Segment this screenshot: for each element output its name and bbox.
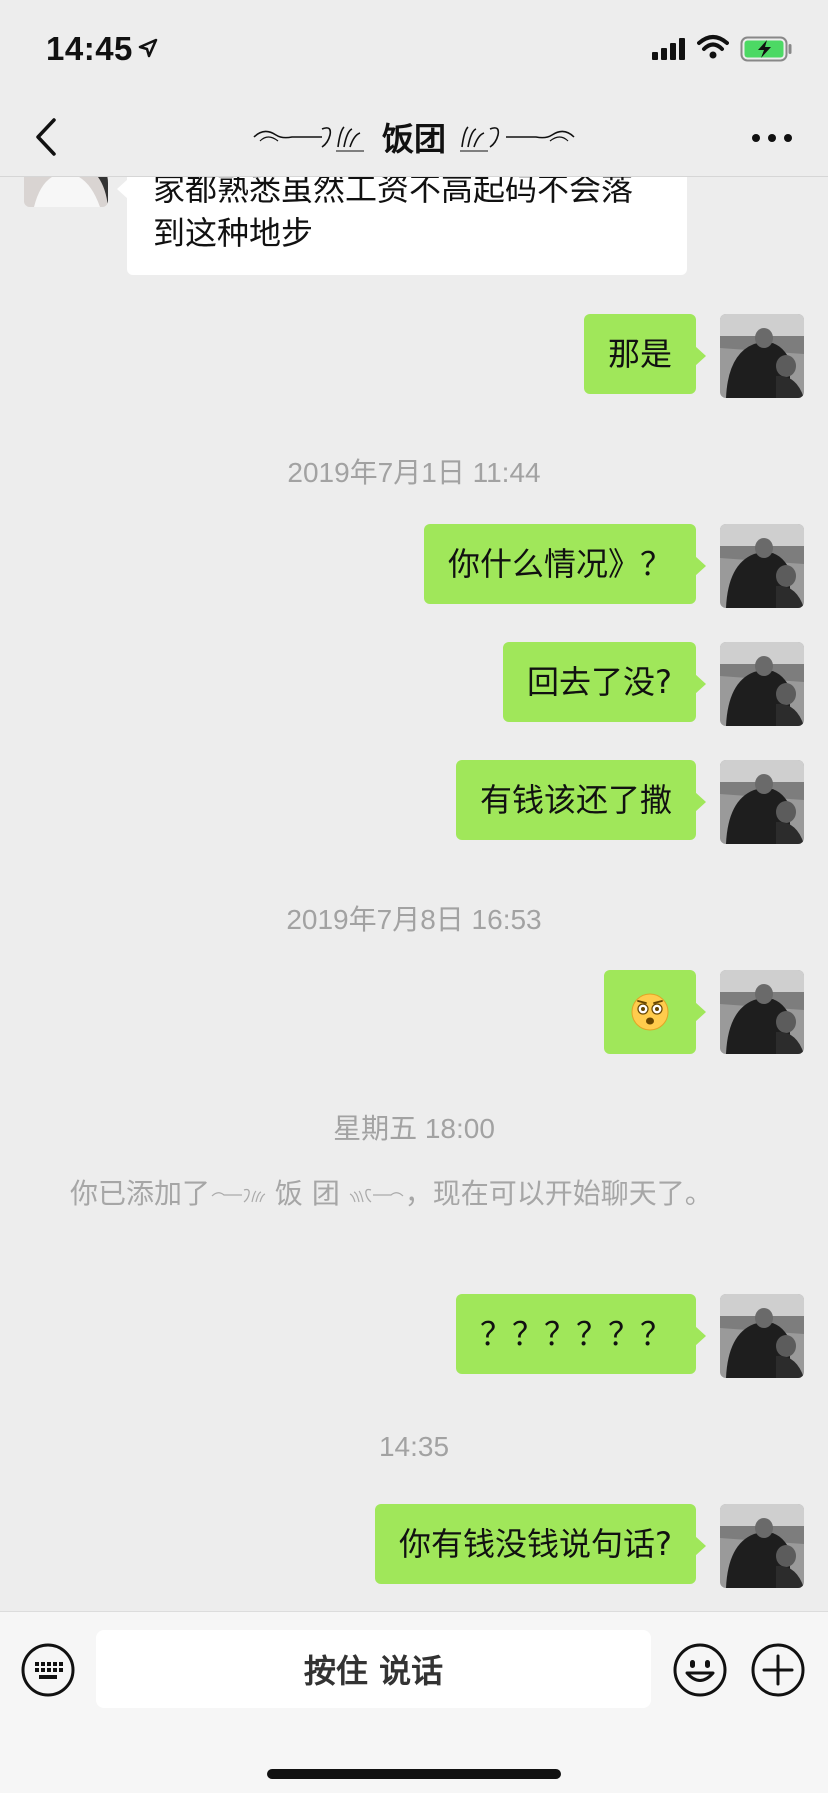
ornament-right-icon (349, 1188, 404, 1203)
message-text: 那是 (607, 335, 672, 373)
dizzy-face-emoji-icon (631, 993, 669, 1031)
message-text: 你有钱没钱说句话? (399, 1525, 672, 1563)
chat-title: 饭团 (0, 112, 828, 162)
signal-icon (652, 38, 685, 60)
keyboard-icon[interactable] (20, 1642, 76, 1698)
my-avatar[interactable] (720, 642, 804, 726)
wifi-icon (697, 35, 729, 59)
ornament-left-icon (211, 1188, 266, 1203)
system-message: 你已添加了 饭 团 ，现在可以开始聊天了。 (70, 1174, 760, 1214)
chat-title-text: 饭团 (381, 120, 446, 158)
message-outgoing[interactable]: ？？？？？？ (455, 1294, 707, 1374)
message-outgoing[interactable]: 那是 (583, 314, 707, 394)
nav-bar: 饭团 (0, 100, 828, 177)
my-avatar[interactable] (720, 1294, 804, 1378)
message-outgoing[interactable]: 你什么情况》？ (423, 524, 707, 604)
message-outgoing[interactable]: 有钱该还了撒 (455, 760, 707, 840)
status-time: 14:45 (46, 30, 133, 67)
hold-to-talk-button[interactable]: 按住 说话 (96, 1630, 651, 1708)
my-avatar[interactable] (720, 314, 804, 398)
ornament-right-icon (460, 126, 575, 152)
message-outgoing[interactable] (604, 970, 706, 1054)
home-indicator[interactable] (267, 1769, 561, 1779)
system-message-prefix: 你已添加了 (70, 1177, 211, 1210)
message-text: 你什么情况》？ (447, 545, 672, 583)
ornament-left-icon (253, 126, 364, 152)
message-outgoing[interactable]: 回去了没? (503, 642, 706, 722)
contact-avatar[interactable] (24, 177, 108, 207)
my-avatar[interactable] (720, 1504, 804, 1588)
system-message-name: 饭 团 (274, 1177, 340, 1210)
location-arrow-icon (138, 38, 158, 58)
message-text: 回去了没? (527, 663, 672, 701)
input-bar: 按住 说话 (0, 1611, 828, 1793)
plus-icon[interactable] (750, 1642, 806, 1698)
message-text: 家都熟悉虽然工资不高起码不会落到这种地步 (153, 177, 634, 252)
my-avatar[interactable] (720, 760, 804, 844)
system-message-suffix: ，现在可以开始聊天了。 (404, 1177, 713, 1210)
battery-charging-icon (740, 36, 792, 62)
emoji-icon[interactable] (672, 1642, 728, 1698)
message-incoming[interactable]: 家都熟悉虽然工资不高起码不会落到这种地步 (117, 177, 687, 275)
timestamp: 星期五 18:00 (333, 1113, 495, 1144)
my-avatar[interactable] (720, 524, 804, 608)
message-text: 有钱该还了撒 (479, 781, 672, 819)
chat-area[interactable]: 家都熟悉虽然工资不高起码不会落到这种地步 那是 2019年7月1日 11:44 … (0, 177, 828, 1611)
my-avatar[interactable] (720, 970, 804, 1054)
timestamp: 14:35 (378, 1431, 450, 1462)
timestamp: 2019年7月1日 11:44 (287, 457, 541, 488)
status-bar: 14:45 (0, 0, 828, 100)
message-outgoing[interactable]: 你有钱没钱说句话? (375, 1504, 706, 1584)
more-icon[interactable] (748, 120, 796, 156)
timestamp: 2019年7月8日 16:53 (286, 904, 542, 935)
message-text: ？？？？？？ (479, 1315, 672, 1353)
